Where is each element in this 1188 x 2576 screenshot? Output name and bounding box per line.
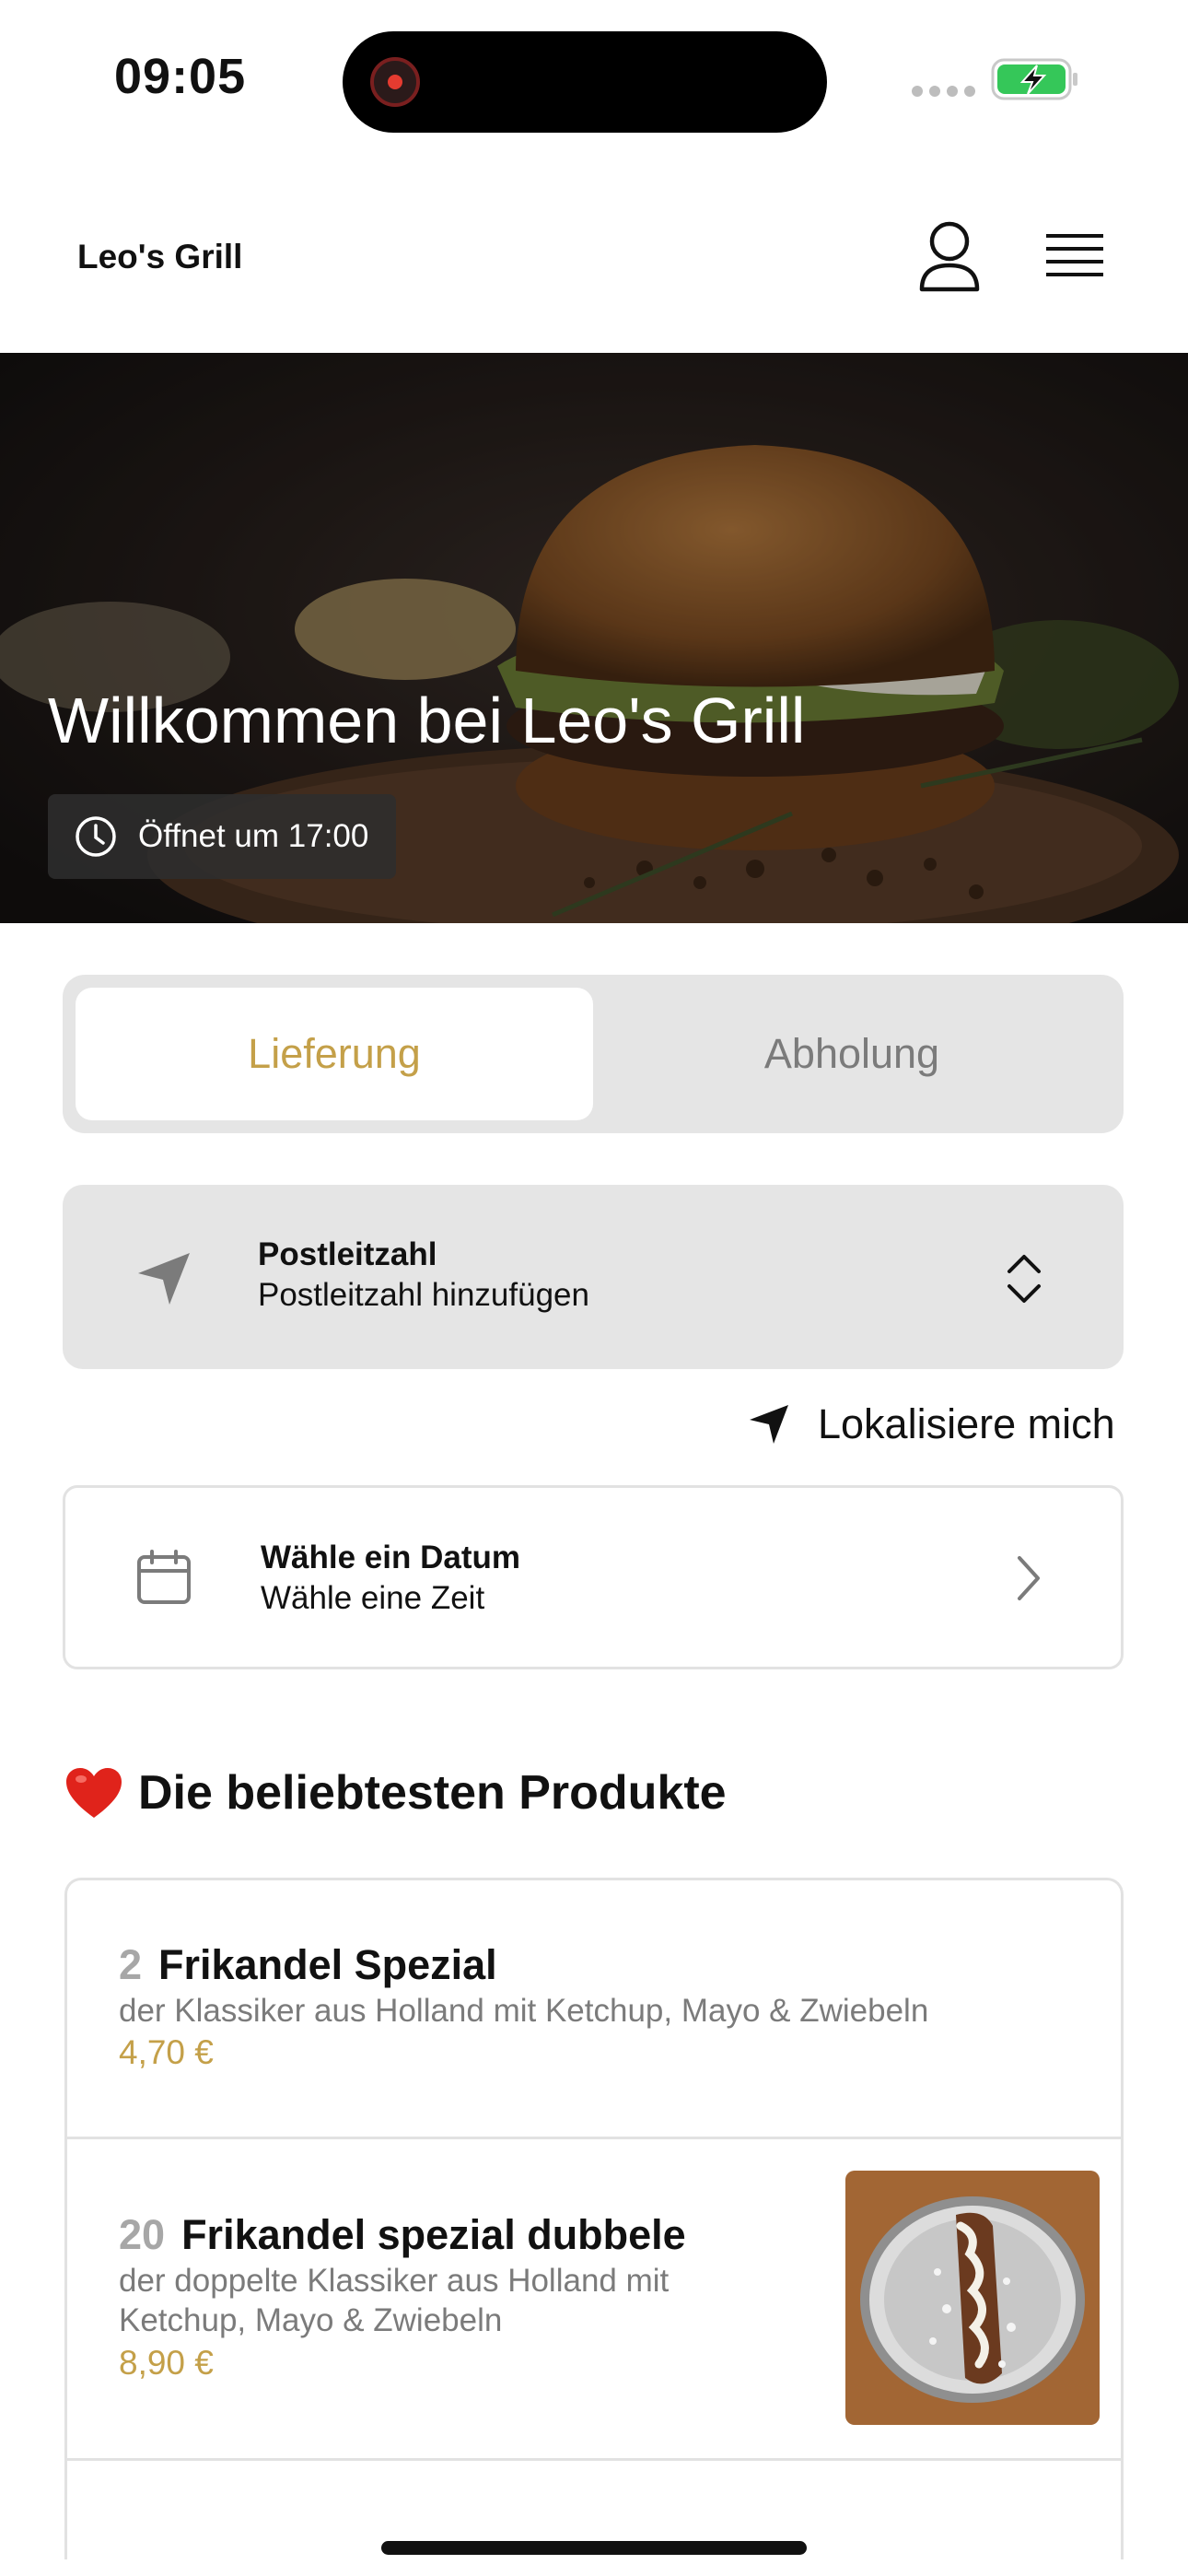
hamburger-menu-icon: [1046, 234, 1103, 276]
postcode-label: Postleitzahl: [258, 1236, 437, 1272]
chevron-right-icon: [1018, 1556, 1040, 1600]
product-name-line: 20 Frikandel spezial dubbele: [119, 2211, 686, 2259]
product-description: der doppelte Klassiker aus Holland mit K…: [119, 2263, 670, 2338]
dynamic-island: [343, 31, 827, 133]
delivery-mode-toggle: Lieferung Abholung: [63, 975, 1124, 1133]
signal-icon: [912, 85, 982, 101]
product-name: Frikandel spezial dubbele: [181, 2211, 686, 2258]
tab-pickup[interactable]: Abholung: [593, 988, 1111, 1120]
opening-time-text: Öffnet um 17:00: [138, 818, 369, 854]
product-price: 4,70 €: [119, 2033, 214, 2071]
hero-title: Willkommen bei Leo's Grill: [48, 685, 806, 756]
product-name-line: 2 Frikandel Spezial: [119, 1941, 497, 1989]
popular-products-title: Die beliebtesten Produkte: [138, 1766, 727, 1820]
product-list: 2 Frikandel Spezial der Klassiker aus Hol…: [64, 1878, 1124, 2559]
product-number: 20: [119, 2211, 166, 2258]
popular-products-heading: Die beliebtesten Produkte: [64, 1765, 727, 1821]
locate-me-button[interactable]: Lokalisiere mich: [748, 1400, 1115, 1448]
product-name: Frikandel Spezial: [158, 1941, 497, 1988]
divider: [67, 2458, 1121, 2461]
recording-indicator-icon: [370, 57, 420, 107]
product-item[interactable]: 20 Frikandel spezial dubbele der doppelte…: [67, 2139, 1121, 2458]
locate-me-label: Lokalisiere mich: [818, 1400, 1115, 1447]
navigation-arrow-icon: [750, 1405, 788, 1444]
product-description: der Klassiker aus Holland mit Ketchup, M…: [119, 1993, 929, 2029]
clock-icon: [76, 816, 116, 857]
heart-icon: [66, 1768, 122, 1818]
menu-button[interactable]: [1041, 228, 1109, 287]
status-time: 09:05: [114, 49, 247, 104]
date-label: Wähle ein Datum: [261, 1540, 520, 1575]
postcode-placeholder: Postleitzahl hinzufügen: [258, 1277, 589, 1313]
calendar-icon: [137, 1550, 191, 1604]
battery-charging-icon: [991, 57, 1079, 106]
tab-delivery[interactable]: Lieferung: [76, 988, 593, 1120]
date-time-selector[interactable]: Wähle ein Datum Wähle eine Zeit: [63, 1485, 1124, 1669]
time-label: Wähle eine Zeit: [261, 1580, 485, 1616]
product-item[interactable]: 2 Frikandel Spezial der Klassiker aus Hol…: [67, 1880, 1121, 2138]
product-image: [845, 2171, 1100, 2425]
opening-time-badge: Öffnet um 17:00: [48, 794, 397, 879]
chevron-up-down-icon: [1007, 1255, 1041, 1303]
location-arrow-icon: [138, 1253, 190, 1305]
account-button[interactable]: [917, 221, 982, 295]
home-indicator: [381, 2541, 807, 2555]
person-icon: [919, 221, 980, 292]
product-number: 2: [119, 1941, 143, 1988]
product-price: 8,90 €: [119, 2344, 214, 2382]
postcode-selector[interactable]: Postleitzahl Postleitzahl hinzufügen: [63, 1185, 1124, 1369]
app-title: Leo's Grill: [77, 238, 243, 275]
